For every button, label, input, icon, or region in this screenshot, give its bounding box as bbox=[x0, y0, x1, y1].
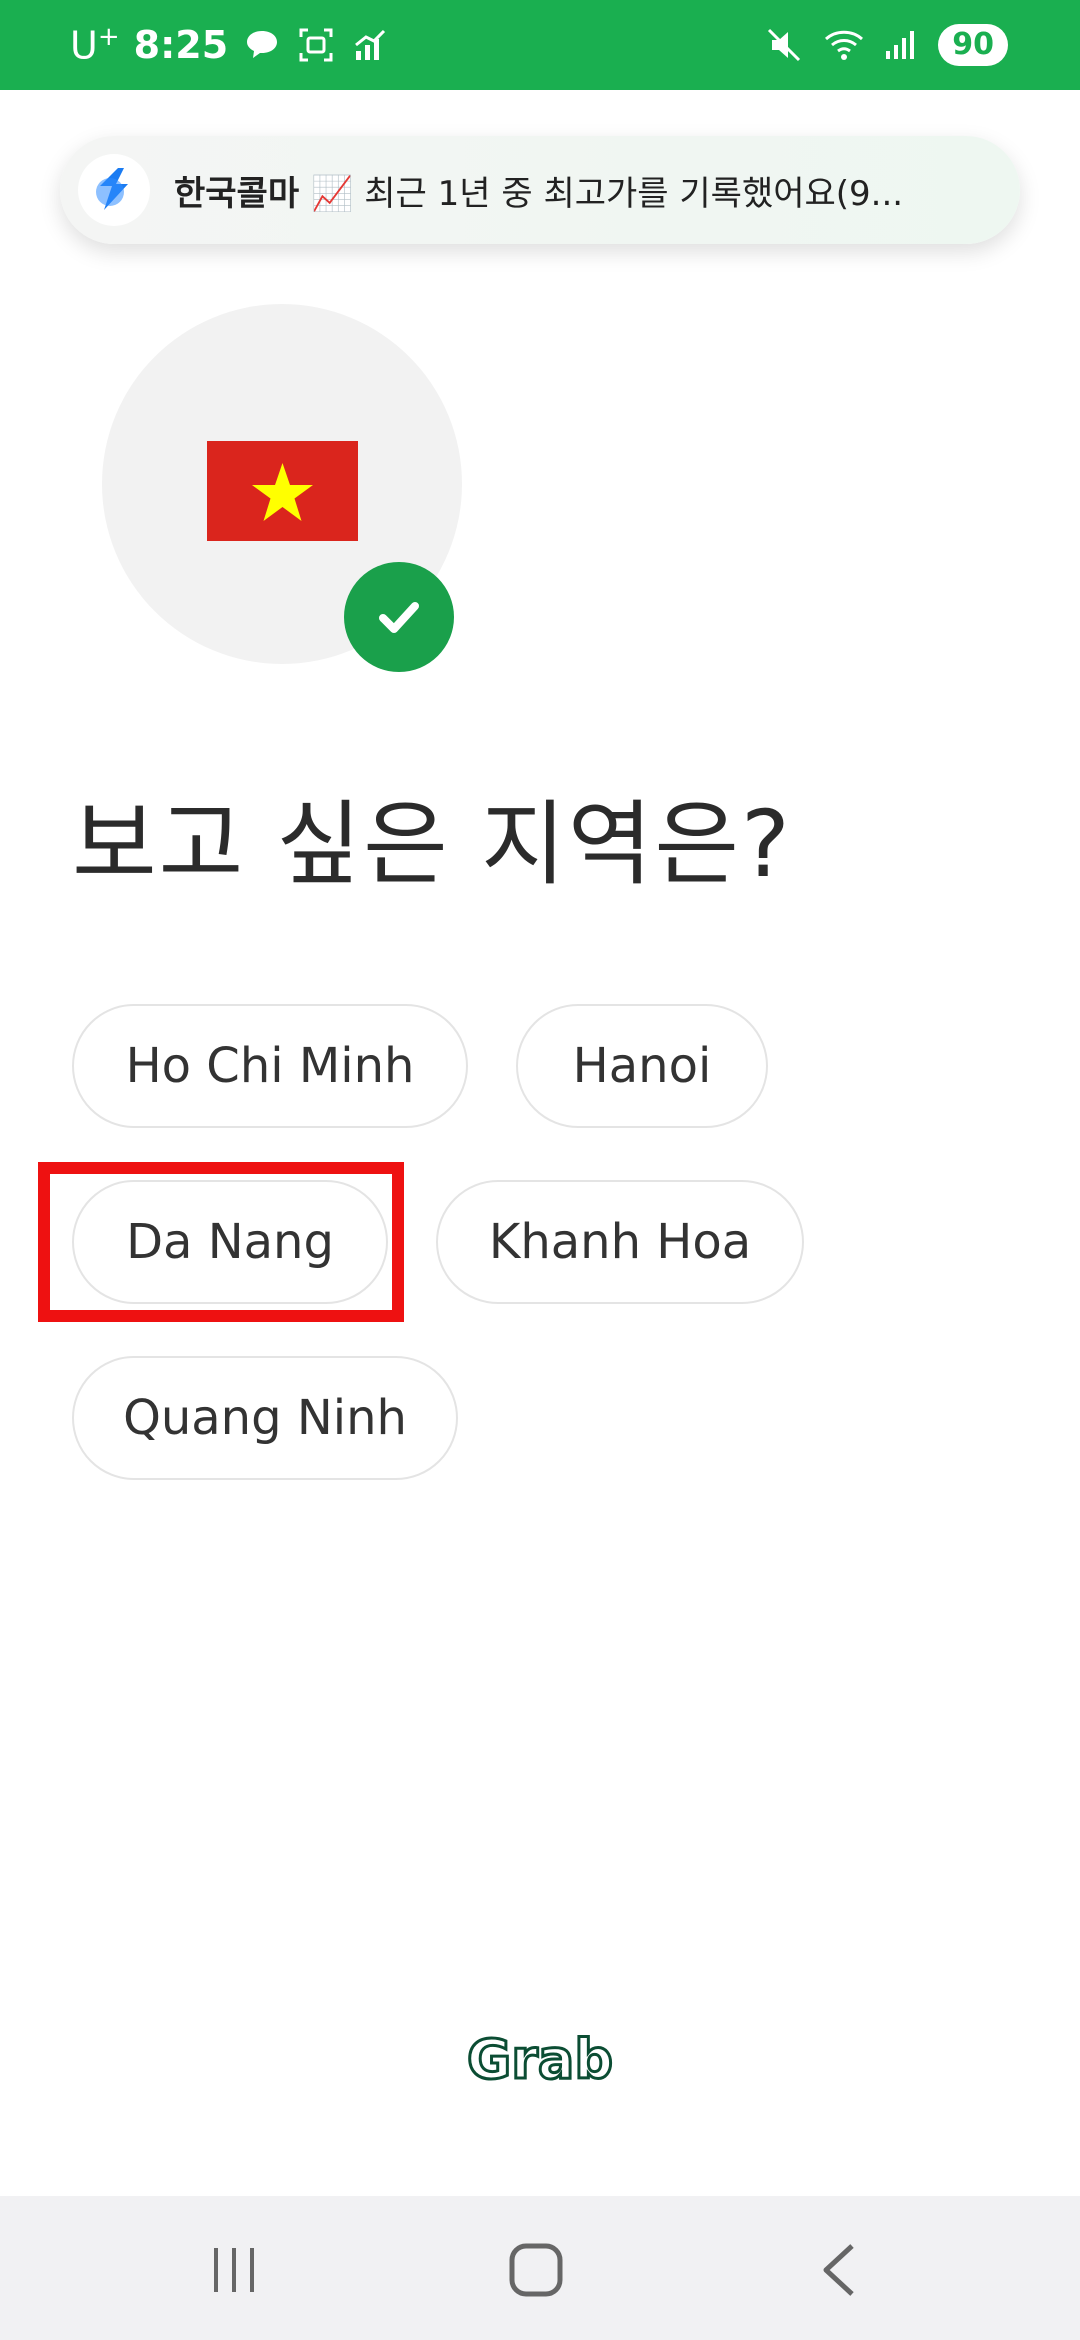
status-bar-left: U+ 8:25 bbox=[70, 0, 390, 90]
notification-banner[interactable]: 한국콜마 📈 최근 1년 중 최고가를 기록했어요(9... bbox=[60, 136, 1020, 244]
grab-logo: Grab bbox=[460, 2030, 620, 2090]
mute-icon bbox=[764, 25, 804, 65]
check-icon bbox=[344, 562, 454, 672]
region-chip-quang-ninh[interactable]: Quang Ninh bbox=[72, 1356, 458, 1480]
app-screen: U+ 8:25 90 한국콜마 📈 최근 1년 중 최고가를 기록했어요(9..… bbox=[0, 0, 1080, 2340]
page-title: 보고 싶은 지역은? bbox=[72, 791, 792, 898]
notification-message: 최근 1년 중 최고가를 기록했어요(9... bbox=[364, 173, 904, 214]
toss-app-icon bbox=[78, 154, 150, 226]
region-chip-da-nang[interactable]: Da Nang bbox=[72, 1180, 388, 1304]
carrier-label: U+ bbox=[70, 22, 120, 68]
signal-icon bbox=[880, 25, 920, 65]
status-bar-right: 90 bbox=[764, 0, 1008, 90]
chat-bubble-icon bbox=[242, 25, 282, 65]
region-chip-khanh-hoa[interactable]: Khanh Hoa bbox=[436, 1180, 804, 1304]
chart-up-emoji: 📈 bbox=[311, 173, 354, 214]
battery-indicator: 90 bbox=[938, 24, 1008, 66]
status-bar: U+ 8:25 90 bbox=[0, 0, 1080, 90]
home-icon[interactable] bbox=[504, 2238, 568, 2302]
notification-app-name: 한국콜마 bbox=[174, 173, 300, 214]
notification-text: 한국콜마 📈 최근 1년 중 최고가를 기록했어요(9... bbox=[174, 166, 994, 215]
vietnam-flag-icon bbox=[207, 441, 358, 541]
chart-icon bbox=[350, 25, 390, 65]
region-chip-ho-chi-minh[interactable]: Ho Chi Minh bbox=[72, 1004, 468, 1128]
back-icon[interactable] bbox=[808, 2238, 872, 2302]
wifi-icon bbox=[822, 25, 864, 65]
grab-logo-text: Grab bbox=[467, 2030, 613, 2090]
screenshot-icon bbox=[296, 25, 336, 65]
region-chip-hanoi[interactable]: Hanoi bbox=[516, 1004, 768, 1128]
navigation-bar bbox=[0, 2196, 1080, 2340]
clock: 8:25 bbox=[133, 23, 229, 67]
recent-apps-icon[interactable] bbox=[202, 2238, 266, 2302]
